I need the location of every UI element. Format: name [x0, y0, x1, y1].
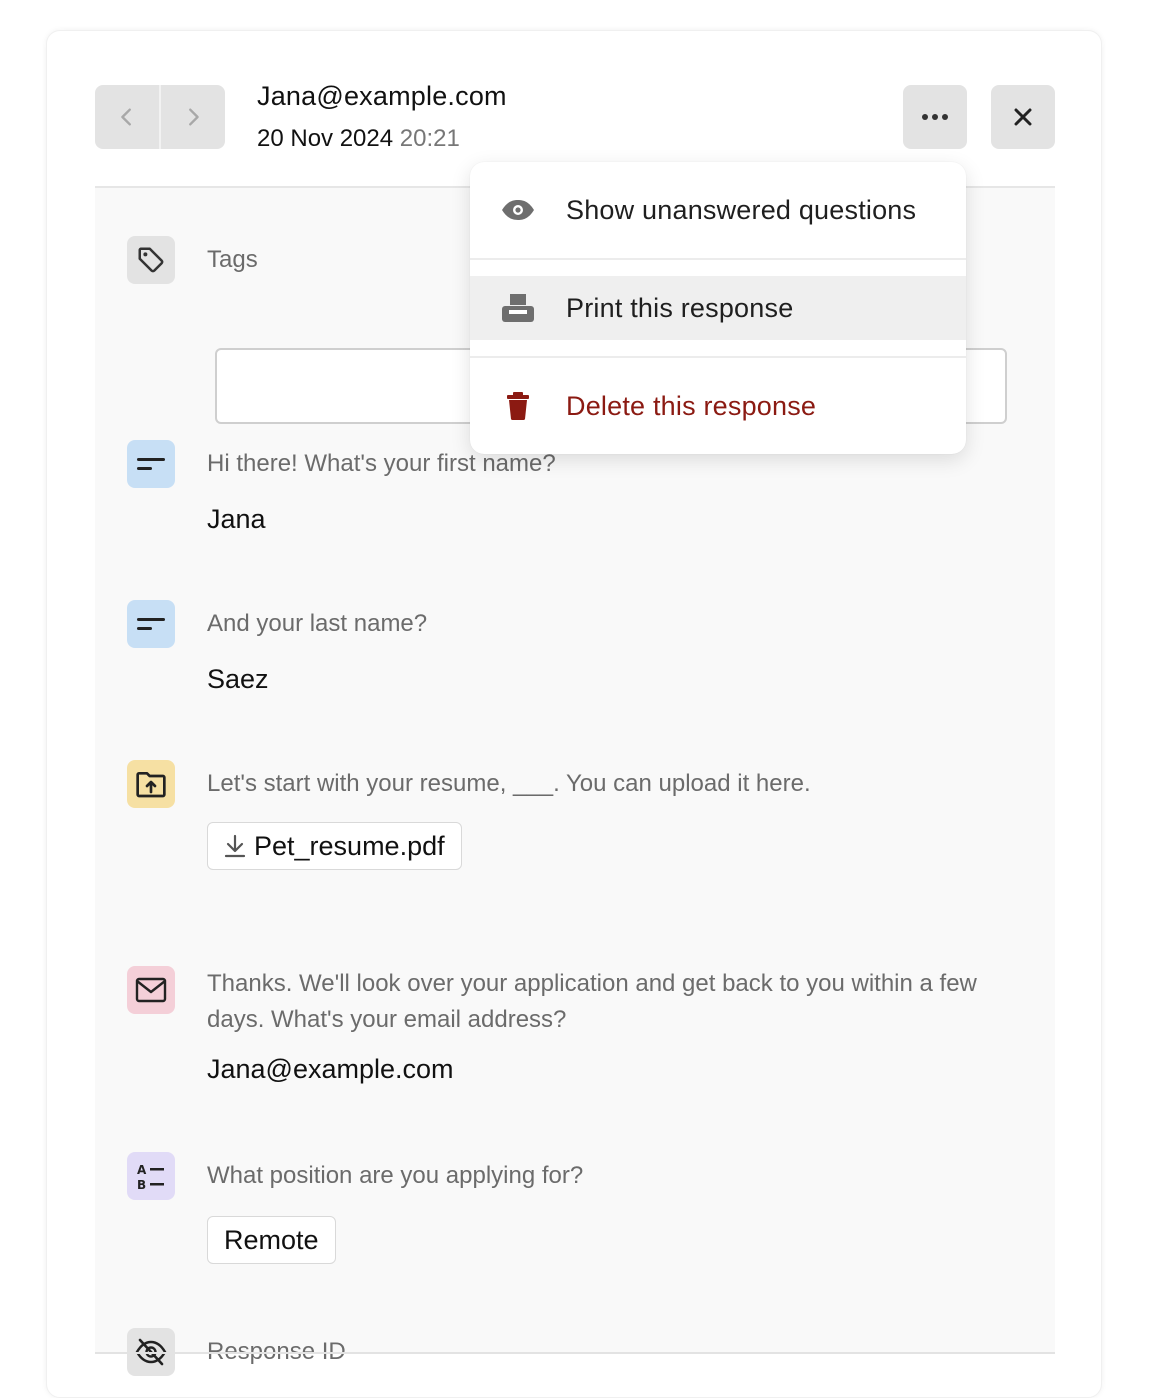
response-date: 20 Nov 2024: [257, 125, 394, 152]
menu-item-label: Print this response: [566, 292, 794, 323]
more-options-menu: Show unanswered questions Print this res…: [470, 162, 966, 454]
multiple-choice-icon: A B: [137, 1163, 164, 1192]
question-text: What position are you applying for?: [207, 1162, 584, 1189]
question-text: Let's start with your resume, ___. You c…: [207, 770, 811, 797]
short-text-icon: [137, 458, 165, 470]
menu-divider: [470, 356, 966, 358]
close-icon: [1014, 108, 1032, 126]
short-text-icon: [137, 618, 165, 630]
answer-text: Saez: [207, 664, 269, 694]
question-type-icon-box: A B: [127, 1152, 175, 1200]
folder-upload-icon: [136, 772, 166, 798]
file-name: Pet_resume.pdf: [254, 830, 445, 861]
download-icon: [224, 834, 246, 858]
eye-icon: [502, 200, 534, 220]
question-type-icon-box: [127, 600, 175, 648]
more-horizontal-icon: [922, 114, 948, 120]
response-time: 20:21: [399, 125, 460, 152]
next-response-button[interactable]: [161, 85, 225, 149]
footer-divider: [95, 1352, 1055, 1354]
menu-item-print[interactable]: Print this response: [470, 276, 966, 340]
chevron-right-icon: [189, 108, 199, 126]
file-download-chip[interactable]: Pet_resume.pdf: [207, 822, 462, 870]
trash-icon: [507, 392, 529, 421]
svg-text:A: A: [137, 1163, 147, 1177]
close-button[interactable]: [991, 85, 1055, 149]
more-options-button[interactable]: [903, 85, 967, 149]
tag-icon: [138, 247, 164, 273]
question-type-icon-box: [127, 966, 175, 1014]
question-type-icon-box: [127, 440, 175, 488]
menu-item-label: Show unanswered questions: [566, 194, 917, 225]
answer-text: Jana@example.com: [207, 1054, 454, 1084]
previous-response-button[interactable]: [95, 85, 159, 149]
question-text: And your last name?: [207, 610, 428, 637]
respondent-email: Jana@example.com: [257, 81, 507, 111]
chevron-left-icon: [121, 108, 131, 126]
tags-icon-box: [127, 236, 175, 284]
choice-chip: Remote: [207, 1216, 336, 1264]
svg-text:B: B: [137, 1178, 146, 1192]
question-text: Thanks. We'll look over your application…: [207, 970, 977, 1033]
envelope-icon: [135, 977, 167, 1003]
menu-item-show-unanswered[interactable]: Show unanswered questions: [470, 178, 966, 242]
response-timestamp: 20 Nov 2024 20:21: [257, 125, 460, 153]
choice-label: Remote: [224, 1224, 319, 1255]
answer-text: Jana: [207, 504, 266, 534]
response-navigation: [95, 85, 225, 149]
question-type-icon-box: [127, 760, 175, 808]
menu-item-delete[interactable]: Delete this response: [470, 374, 966, 438]
menu-divider: [470, 258, 966, 260]
menu-item-label: Delete this response: [566, 390, 817, 421]
printer-icon: [502, 294, 534, 322]
